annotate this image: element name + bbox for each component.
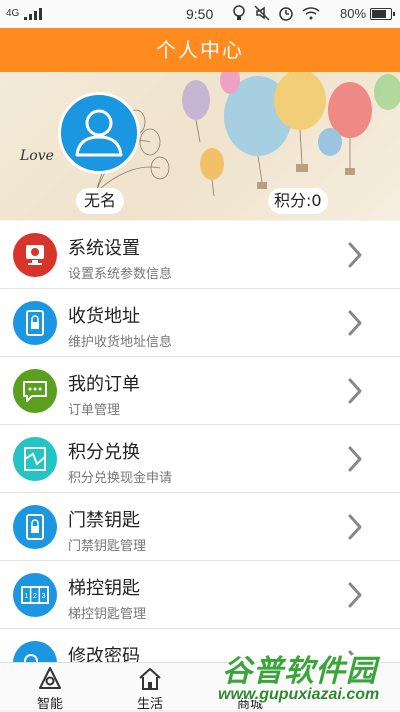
svg-text:2: 2 bbox=[33, 593, 37, 600]
chevron-right-icon bbox=[348, 514, 362, 540]
menu-item-subtitle: 积分兑换现金申请 bbox=[68, 471, 173, 486]
network-type: 4G bbox=[6, 8, 20, 19]
chevron-right-icon bbox=[348, 378, 362, 404]
svg-text:1: 1 bbox=[24, 593, 28, 600]
points-value: 0 bbox=[311, 191, 322, 210]
tab-label: 智能 bbox=[36, 697, 63, 712]
menu-item-shipping-address[interactable]: 收货地址 维护收货地址信息 bbox=[0, 289, 400, 357]
chevron-right-icon bbox=[348, 242, 362, 268]
chevron-right-icon bbox=[348, 582, 362, 608]
avatar[interactable] bbox=[58, 92, 140, 174]
smart-icon bbox=[39, 667, 61, 689]
menu-item-my-orders[interactable]: 我的订单 订单管理 bbox=[0, 357, 400, 425]
menu-item-subtitle: 梯控钥匙管理 bbox=[68, 607, 147, 622]
map-icon bbox=[13, 437, 57, 481]
alarm-icon bbox=[279, 7, 293, 21]
status-bar: 4G 9:50 80% bbox=[0, 0, 400, 28]
menu-item-title: 门禁钥匙 bbox=[68, 510, 140, 531]
menu-item-title: 我的订单 bbox=[68, 374, 140, 395]
menu-item-title: 系统设置 bbox=[68, 238, 140, 259]
menu-item-title: 收货地址 bbox=[68, 306, 140, 327]
status-time: 9:50 bbox=[186, 6, 214, 22]
menu-item-access-key[interactable]: 门禁钥匙 门禁钥匙管理 bbox=[0, 493, 400, 561]
status-icons bbox=[232, 5, 320, 21]
love-text: Love bbox=[20, 148, 54, 164]
key-icon bbox=[13, 641, 57, 662]
lock-icon bbox=[13, 505, 57, 549]
tab-smart[interactable]: 智能 bbox=[0, 663, 100, 712]
battery-percent: 80% bbox=[340, 6, 367, 21]
watermark-title: 谷普软件园 bbox=[222, 654, 377, 689]
tab-life[interactable]: 生活 bbox=[100, 663, 200, 712]
bulb-icon bbox=[233, 5, 245, 20]
points-label: 积分: bbox=[274, 191, 312, 210]
watermark-url: www.gupuxiazai.com bbox=[218, 686, 380, 703]
wifi-icon bbox=[302, 7, 320, 20]
username-label: 无名 bbox=[76, 188, 124, 214]
settings-icon bbox=[13, 233, 57, 277]
battery-icon bbox=[370, 8, 395, 20]
chevron-right-icon bbox=[348, 446, 362, 472]
lock-icon bbox=[13, 301, 57, 345]
mute-icon bbox=[254, 5, 270, 21]
menu-item-subtitle: 设置系统参数信息 bbox=[68, 267, 173, 282]
menu-item-subtitle: 维护收货地址信息 bbox=[68, 335, 173, 350]
signal-icon bbox=[24, 8, 42, 20]
home-icon bbox=[139, 668, 161, 690]
menu-item-title: 梯控钥匙 bbox=[68, 578, 140, 599]
svg-text:3: 3 bbox=[42, 593, 46, 600]
user-icon bbox=[75, 109, 123, 157]
tab-label: 生活 bbox=[136, 697, 163, 712]
watermark: 谷普软件园 www.gupuxiazai.com bbox=[212, 646, 400, 710]
page-title: 个人中心 bbox=[0, 28, 400, 72]
menu-list: 系统设置 设置系统参数信息 收货地址 维护收货地址信息 我的订单 订单管理 积分… bbox=[0, 221, 400, 662]
menu-item-system-settings[interactable]: 系统设置 设置系统参数信息 bbox=[0, 221, 400, 289]
menu-item-points-exchange[interactable]: 积分兑换 积分兑换现金申请 bbox=[0, 425, 400, 493]
menu-item-title: 修改密码 bbox=[68, 646, 140, 662]
chat-icon bbox=[13, 369, 57, 413]
menu-item-title: 积分兑换 bbox=[68, 442, 140, 463]
menu-item-elevator-key[interactable]: 123 梯控钥匙 梯控钥匙管理 bbox=[0, 561, 400, 629]
menu-item-subtitle: 门禁钥匙管理 bbox=[68, 539, 147, 554]
points-badge: 积分: 0 bbox=[268, 188, 328, 214]
menu-item-subtitle: 订单管理 bbox=[68, 403, 121, 418]
chevron-right-icon bbox=[348, 310, 362, 336]
elevator-icon: 123 bbox=[13, 573, 57, 617]
